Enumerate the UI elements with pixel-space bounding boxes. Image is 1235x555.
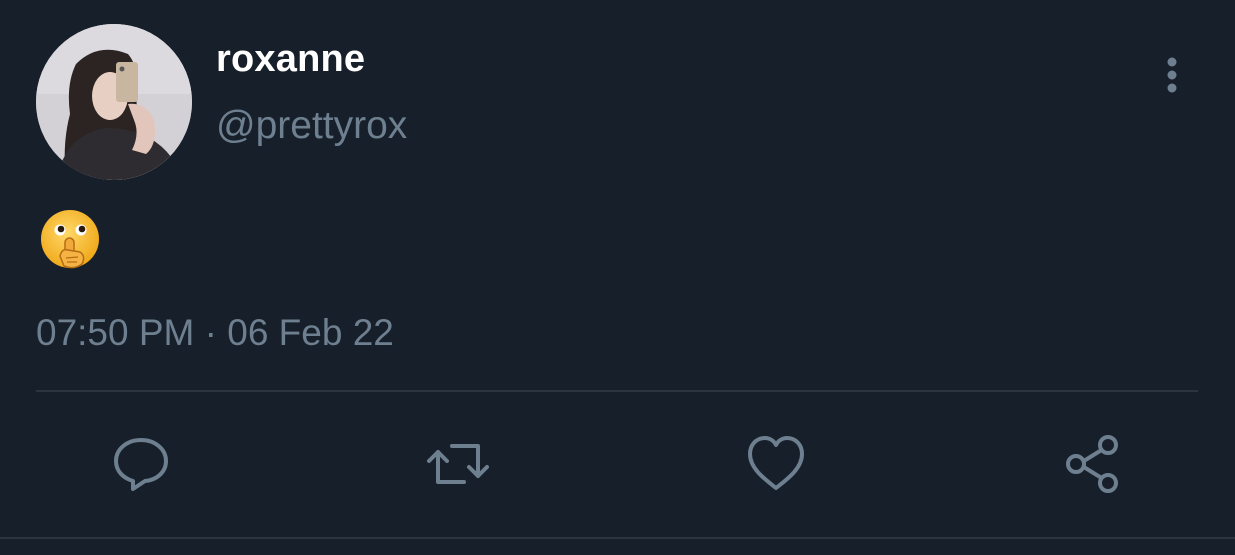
shushing-face-icon bbox=[41, 210, 99, 269]
retweet-icon bbox=[427, 444, 489, 484]
divider bbox=[36, 390, 1198, 392]
tweet-card: roxanne @prettyrox 07:50 PM · 06 Feb 22 bbox=[0, 0, 1235, 555]
avatar-photo bbox=[36, 24, 192, 180]
heart-icon bbox=[748, 436, 804, 490]
user-handle[interactable]: @prettyrox bbox=[216, 104, 407, 148]
tweet-text bbox=[36, 204, 106, 274]
tweet-timestamp[interactable]: 07:50 PM · 06 Feb 22 bbox=[36, 312, 394, 354]
share-icon bbox=[1066, 435, 1118, 493]
vertical-dots-icon bbox=[1167, 57, 1177, 93]
avatar[interactable] bbox=[36, 24, 192, 180]
display-name[interactable]: roxanne bbox=[216, 38, 365, 81]
share-button[interactable] bbox=[1062, 432, 1126, 496]
divider bbox=[0, 537, 1235, 539]
reply-icon bbox=[114, 438, 168, 491]
reply-button[interactable] bbox=[109, 432, 173, 496]
retweet-button[interactable] bbox=[426, 432, 490, 496]
more-options-button[interactable] bbox=[1150, 50, 1194, 100]
like-button[interactable] bbox=[744, 432, 808, 496]
